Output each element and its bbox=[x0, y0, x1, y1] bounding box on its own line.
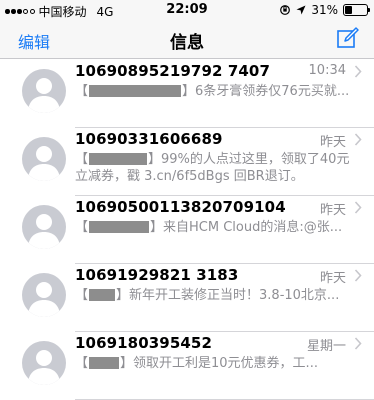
sender-number: 10690331606689 bbox=[75, 130, 223, 148]
redacted-block bbox=[89, 153, 148, 165]
location-arrow-icon bbox=[296, 5, 306, 15]
compose-icon[interactable] bbox=[336, 26, 360, 50]
sender-number: 10691929821 3183 bbox=[75, 266, 239, 284]
message-time: 星期一 bbox=[306, 339, 346, 354]
message-preview: 【 】新年开工装修正当时！3.8-10北京... bbox=[75, 287, 362, 304]
redacted-block bbox=[89, 221, 150, 233]
preview-text: 】新年开工装修正当时！3.8-10北京... bbox=[116, 288, 340, 303]
orientation-lock-icon bbox=[280, 5, 291, 15]
sender-number: 1069180395452 bbox=[75, 334, 212, 352]
message-time: 昨天 bbox=[319, 135, 346, 150]
redacted-block bbox=[89, 357, 120, 369]
message-time: 10:34 bbox=[308, 63, 346, 78]
chevron-right-icon bbox=[354, 337, 362, 350]
battery-percent: 31% bbox=[311, 3, 338, 17]
contact-avatar-icon bbox=[22, 341, 66, 385]
chevron-right-icon bbox=[354, 201, 362, 214]
preview-prefix: 【 bbox=[75, 152, 89, 167]
chevron-right-icon bbox=[354, 65, 362, 78]
redacted-block bbox=[89, 289, 116, 301]
preview-prefix: 【 bbox=[75, 84, 89, 99]
chevron-right-icon bbox=[354, 133, 362, 146]
message-row[interactable]: 10690895219792 7407 10:34 【 】6条牙膏领券仅76元买就… bbox=[0, 59, 374, 127]
status-bar: 中国移动 4G 22:09 31% bbox=[0, 0, 374, 20]
status-right: 31% bbox=[279, 3, 370, 17]
preview-prefix: 【 bbox=[75, 220, 89, 235]
contact-avatar-icon bbox=[22, 205, 66, 249]
row-divider bbox=[75, 398, 374, 399]
message-preview: 【 】领取开工利是10元优惠券，工... bbox=[75, 355, 362, 372]
preview-text: 】来自HCM Cloud的消息:@张... bbox=[150, 220, 343, 235]
preview-text: 】领取开工利是10元优惠券，工... bbox=[120, 356, 318, 371]
redacted-block bbox=[89, 85, 182, 97]
nav-bar: 编辑 信息 bbox=[0, 20, 374, 59]
preview-text: 】6条牙膏领券仅76元买就... bbox=[182, 84, 350, 99]
preview-prefix: 【 bbox=[75, 288, 89, 303]
message-row[interactable]: 1069180395452 星期一 【 】领取开工利是10元优惠券，工... bbox=[0, 331, 374, 399]
message-row[interactable]: 10690500113820709104 昨天 【 】来自HCM Cloud的消息… bbox=[0, 195, 374, 263]
contact-avatar-icon bbox=[22, 137, 66, 181]
message-row[interactable]: 10691929821 3183 昨天 【 】新年开工装修正当时！3.8-10北京… bbox=[0, 263, 374, 331]
chevron-right-icon bbox=[354, 269, 362, 282]
sender-number: 10690895219792 7407 bbox=[75, 62, 270, 80]
battery-icon bbox=[343, 4, 370, 16]
message-list: 10690895219792 7407 10:34 【 】6条牙膏领券仅76元买就… bbox=[0, 59, 374, 399]
message-time: 昨天 bbox=[319, 271, 346, 286]
sender-number: 10690500113820709104 bbox=[75, 198, 286, 216]
contact-avatar-icon bbox=[22, 69, 66, 113]
page-title: 信息 bbox=[170, 33, 204, 53]
contact-avatar-icon bbox=[22, 273, 66, 317]
message-preview: 【 】6条牙膏领券仅76元买就... bbox=[75, 83, 362, 100]
message-preview: 【】99%的人点过这里，领取了40元立减券，戳 3.cn/6f5dBgs 回BR… bbox=[75, 151, 362, 185]
message-preview: 【 】来自HCM Cloud的消息:@张... bbox=[75, 219, 362, 236]
message-time: 昨天 bbox=[319, 203, 346, 218]
preview-prefix: 【 bbox=[75, 356, 89, 371]
message-row[interactable]: 10690331606689 昨天 【】99%的人点过这里，领取了40元立减券，… bbox=[0, 127, 374, 195]
